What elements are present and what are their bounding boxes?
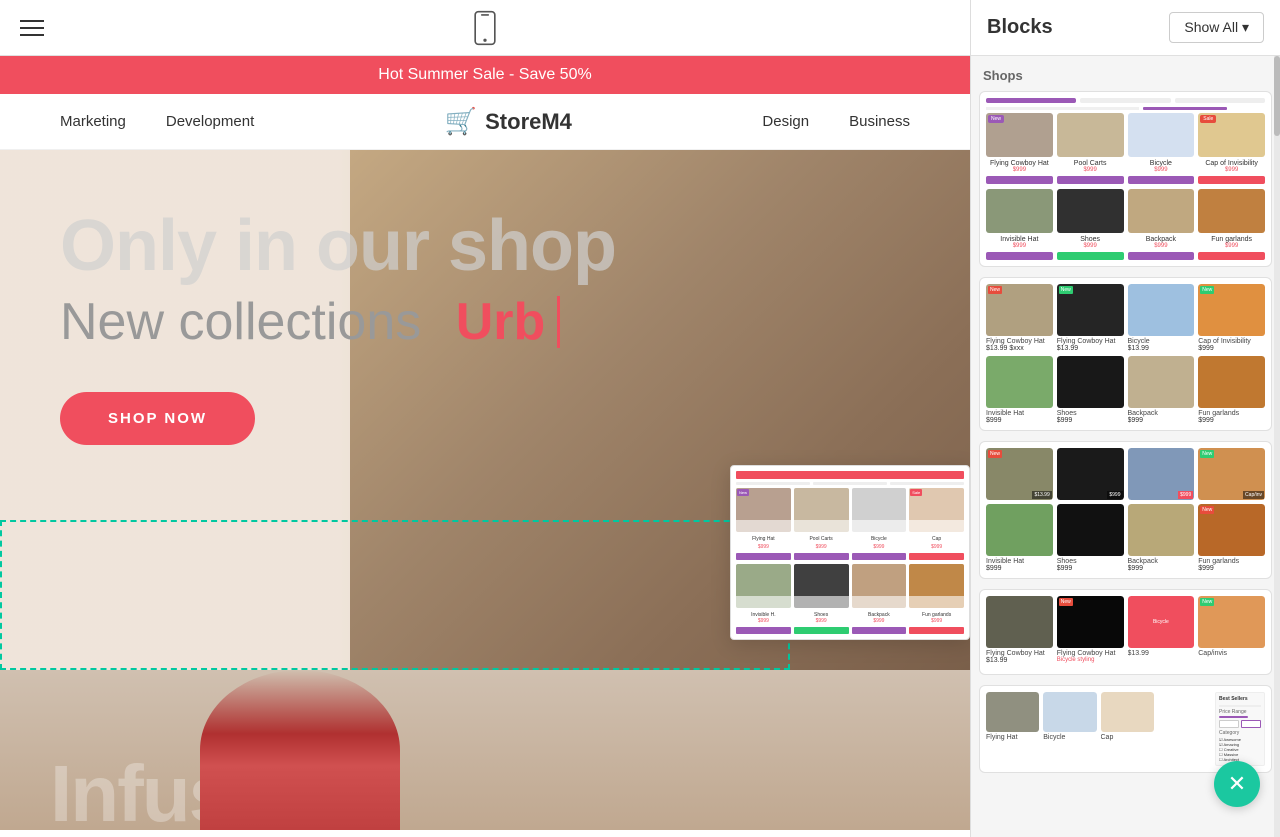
block-thumb-2[interactable]: New Flying Cowboy Hat $13.99 $xxx New Fl…: [979, 277, 1272, 431]
right-sidebar: Blocks Show All ▾ Shops New: [970, 0, 1280, 837]
hero-section: Only in our shop New collections Urb SHO…: [0, 150, 970, 670]
nav-link-development[interactable]: Development: [166, 113, 254, 130]
block-thumb-1[interactable]: New Sale Flying Cowboy Hat$999 Pool Cart…: [979, 91, 1272, 267]
editor-area: Hot Summer Sale - Save 50% Marketing Dev…: [0, 0, 970, 837]
block-thumb-5[interactable]: Flying Hat Bicycle Cap Best S: [979, 685, 1272, 773]
sidebar-title: Blocks: [987, 16, 1053, 39]
site-navigation: Marketing Development 🛒 StoreM4 Design B…: [0, 94, 970, 150]
hero-subtitle-accent: Urb: [456, 292, 546, 352]
hero-title: Only in our shop: [60, 210, 910, 282]
hero-subtitle-prefix: New collections: [60, 292, 421, 352]
sidebar-header: Blocks Show All ▾: [971, 0, 1280, 56]
logo-cart-icon: 🛒: [445, 106, 477, 137]
sidebar-scrollbar-thumb: [1274, 56, 1280, 136]
sidebar-scroll-area[interactable]: Shops New Sale: [971, 56, 1280, 837]
announcement-text: Hot Summer Sale - Save 50%: [378, 66, 591, 83]
block-thumb-3[interactable]: New $13.99 $999 $999 New: [979, 441, 1272, 579]
show-all-label: Show All ▾: [1184, 19, 1249, 36]
logo-text: StoreM4: [485, 109, 572, 135]
hero-content: Only in our shop New collections Urb SHO…: [0, 150, 970, 505]
nav-links-left: Marketing Development: [60, 113, 254, 130]
section-label-shops: Shops: [983, 68, 1272, 83]
shop-now-button[interactable]: SHOP NOW: [60, 392, 255, 445]
hero-cursor: [557, 296, 560, 348]
website-preview: Hot Summer Sale - Save 50% Marketing Dev…: [0, 56, 970, 837]
sidebar-scrollbar[interactable]: [1274, 56, 1280, 837]
close-button[interactable]: ✕: [1214, 761, 1260, 807]
close-icon: ✕: [1228, 771, 1246, 797]
hero-subtitle: New collections Urb: [60, 292, 910, 352]
hamburger-menu-button[interactable]: [20, 20, 44, 36]
nav-link-marketing[interactable]: Marketing: [60, 113, 126, 130]
nav-links-right: Design Business: [762, 113, 910, 130]
announcement-bar: Hot Summer Sale - Save 50%: [0, 56, 970, 94]
top-toolbar: [0, 0, 970, 56]
nav-link-business[interactable]: Business: [849, 113, 910, 130]
nav-link-design[interactable]: Design: [762, 113, 809, 130]
site-logo[interactable]: 🛒 StoreM4: [445, 106, 572, 137]
mobile-preview-button[interactable]: [471, 10, 499, 46]
show-all-button[interactable]: Show All ▾: [1169, 12, 1264, 43]
floating-block-preview: New Sale Flying Hat Pool Carts Bicycle C…: [730, 465, 970, 640]
block-thumb-4[interactable]: Flying Cowboy Hat $13.99 New Flying Cowb…: [979, 589, 1272, 675]
